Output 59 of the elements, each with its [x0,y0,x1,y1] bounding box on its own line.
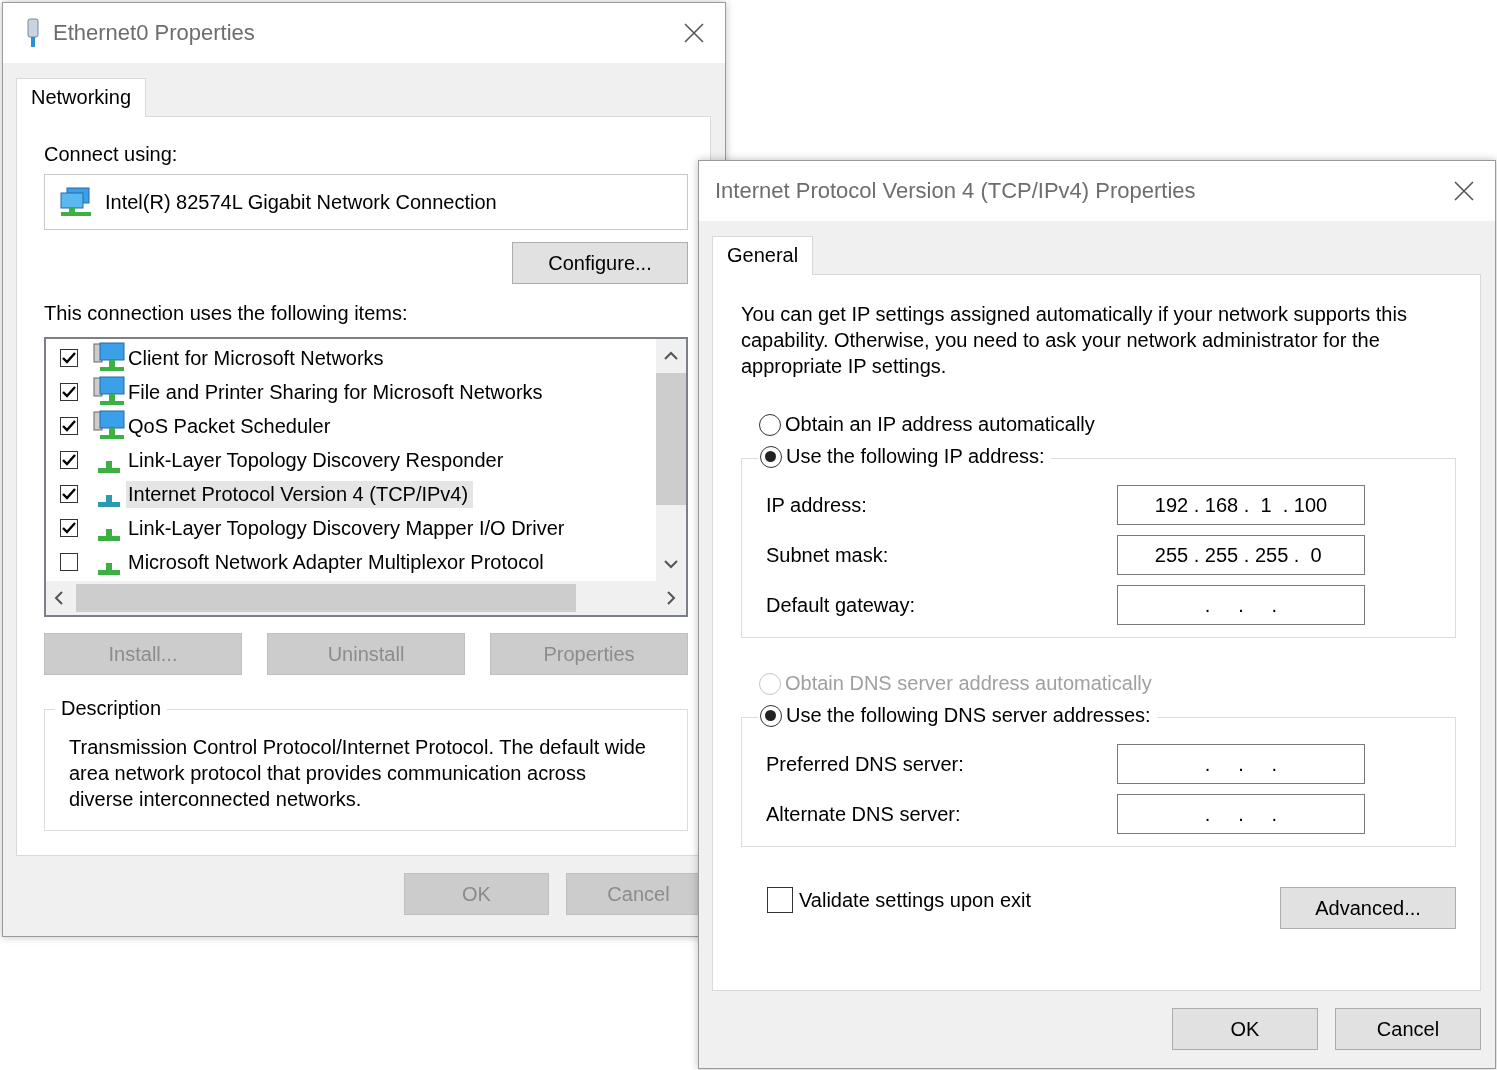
network-computer-icon [92,376,126,408]
checkbox[interactable] [60,383,78,401]
radio-option[interactable]: Use the following IP address: [758,445,1051,468]
intro-text: You can get IP settings assigned automatically if your network supports this capability. Otherwise, you need to ask your network administrator for the appropriate IP settings. [741,302,1408,379]
ip-address-field[interactable]: 255 . 255 . 255 . 0 [1117,535,1365,575]
dialog-button[interactable]: Cancel [1335,1008,1481,1050]
description-text: Transmission Control Protocol/Internet Protocol. The default wide area network protocol that provides communication across diverse interconnected networks. [69,735,647,812]
list-item[interactable]: Microsoft Network Adapter Multiplexor Protocol [126,548,549,576]
network-protocol-icon [98,529,120,541]
list-item[interactable]: QoS Packet Scheduler [126,412,336,440]
list-item[interactable]: Client for Microsoft Networks [126,344,389,372]
advanced-button[interactable]: Advanced... [1280,887,1456,929]
radio-option[interactable]: Use the following DNS server addresses: [758,704,1157,727]
network-computer-icon [92,410,126,442]
network-adapter-icon [59,187,93,217]
ip-address-field[interactable]: . . . [1117,585,1365,625]
adapter-field: Intel(R) 82574L Gigabit Network Connection [44,174,688,230]
dialog-button[interactable]: OK [1172,1008,1318,1050]
checkbox[interactable] [60,553,78,571]
checkbox[interactable] [60,485,78,503]
list-item[interactable]: Link-Layer Topology Discovery Mapper I/O Driver [126,514,570,542]
network-cable-icon [25,18,41,48]
scroll-right-icon[interactable] [666,590,676,606]
ip-address-field[interactable]: . . . [1117,744,1365,784]
field-label: Default gateway: [766,593,915,617]
field-label: Alternate DNS server: [766,802,961,826]
scroll-up-icon[interactable] [663,351,679,361]
window-title: Internet Protocol Version 4 (TCP/IPv4) Properties [715,178,1197,204]
network-protocol-icon [98,461,120,473]
scroll-down-icon[interactable] [663,559,679,569]
field-label: IP address: [766,493,867,517]
vertical-scrollbar[interactable] [656,339,686,581]
items-label: This connection uses the following items: [44,302,409,325]
connect-using-label: Connect using: [44,143,179,166]
close-icon[interactable] [1453,180,1475,202]
field-label: Subnet mask: [766,543,889,567]
tab[interactable]: Networking [16,78,147,117]
window-title: Ethernet0 Properties [53,20,256,46]
validate-checkbox[interactable]: Validate settings upon exit [767,887,1031,913]
configure-button[interactable]: Configure... [512,242,688,284]
network-protocol-icon [98,563,120,575]
checkbox[interactable] [60,349,78,367]
checkbox[interactable] [60,451,78,469]
network-protocol-icon [98,495,120,507]
close-icon[interactable] [683,22,705,44]
field-label: Preferred DNS server: [766,752,964,776]
checkbox[interactable] [60,417,78,435]
list-item[interactable]: Link-Layer Topology Discovery Responder [126,446,509,474]
ip-address-field[interactable]: 192 . 168 . 1 . 100 [1117,485,1365,525]
ip-address-field[interactable]: . . . [1117,794,1365,834]
network-computer-icon [92,342,126,374]
list-item[interactable]: File and Printer Sharing for Microsoft Networks [126,378,548,406]
checkbox[interactable] [60,519,78,537]
radio-option[interactable]: Obtain an IP address automatically [759,413,1095,436]
scroll-left-icon[interactable] [54,590,64,606]
tab[interactable]: General [712,236,814,275]
horizontal-scrollbar[interactable] [46,581,686,615]
group-heading: Description [55,697,168,720]
list-item[interactable]: Internet Protocol Version 4 (TCP/IPv4) [126,480,474,508]
